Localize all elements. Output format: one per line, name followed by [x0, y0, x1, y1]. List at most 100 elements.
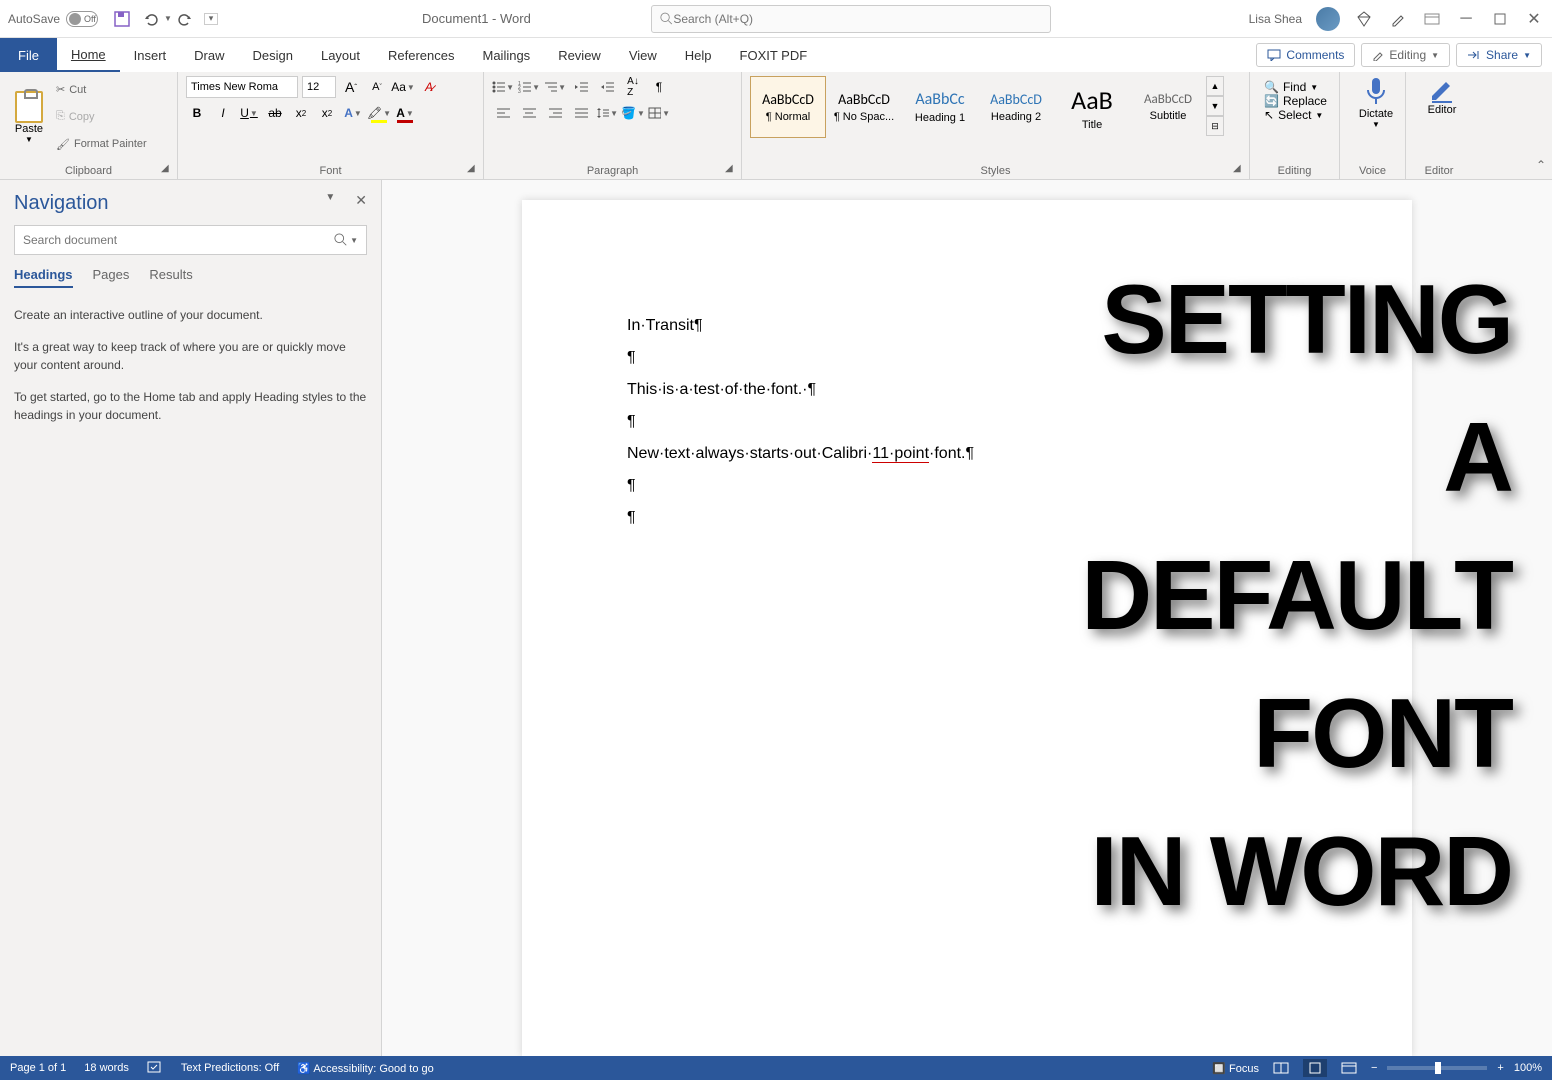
styles-launcher[interactable]: ◢ — [1233, 163, 1245, 175]
search-input[interactable] — [673, 12, 1042, 26]
dictate-button[interactable]: Dictate▼ — [1348, 76, 1404, 129]
style-heading1[interactable]: AaBbCcHeading 1 — [902, 76, 978, 138]
comments-button[interactable]: Comments — [1256, 43, 1355, 67]
autosave-toggle[interactable]: Off — [66, 11, 98, 27]
collapse-ribbon-icon[interactable]: ⌃ — [1536, 158, 1546, 172]
style-title[interactable]: AaBTitle — [1054, 76, 1130, 138]
read-mode-icon[interactable] — [1269, 1059, 1293, 1077]
clipboard-launcher[interactable]: ◢ — [161, 163, 173, 175]
zoom-level[interactable]: 100% — [1514, 1062, 1542, 1074]
pen-icon[interactable] — [1388, 9, 1408, 29]
styles-expand[interactable]: ⊟ — [1206, 116, 1224, 136]
copy-button[interactable]: ⎘Copy — [56, 110, 147, 123]
justify-button[interactable] — [570, 102, 592, 124]
print-layout-icon[interactable] — [1303, 1059, 1327, 1077]
nav-tab-headings[interactable]: Headings — [14, 267, 73, 288]
numbering-button[interactable]: 123▼ — [518, 76, 540, 98]
minimize-icon[interactable]: ─ — [1456, 9, 1476, 29]
diamond-icon[interactable] — [1354, 9, 1374, 29]
replace-button[interactable]: 🔄Replace — [1264, 94, 1325, 108]
status-spellcheck-icon[interactable] — [147, 1061, 163, 1075]
styles-scroll-up[interactable]: ▲ — [1206, 76, 1224, 96]
superscript-button[interactable]: x2 — [316, 102, 338, 124]
style-normal[interactable]: AaBbCcD¶ Normal — [750, 76, 826, 138]
paste-button[interactable]: Paste ▼ — [8, 76, 50, 158]
editor-button[interactable]: Editor — [1414, 76, 1470, 116]
paragraph-launcher[interactable]: ◢ — [725, 163, 737, 175]
styles-scroll-down[interactable]: ▼ — [1206, 96, 1224, 116]
undo-icon[interactable] — [140, 9, 160, 29]
tab-help[interactable]: Help — [671, 38, 726, 72]
tab-foxit[interactable]: FOXIT PDF — [726, 38, 822, 72]
select-button[interactable]: ↖Select▼ — [1264, 108, 1325, 122]
shading-button[interactable]: 🪣▼ — [622, 102, 644, 124]
clear-format-icon[interactable]: A̷ — [418, 76, 440, 98]
align-left-button[interactable] — [492, 102, 514, 124]
search-box[interactable] — [651, 5, 1051, 33]
decrease-indent-button[interactable] — [570, 76, 592, 98]
strike-button[interactable]: ab — [264, 102, 286, 124]
font-launcher[interactable]: ◢ — [467, 163, 479, 175]
bold-button[interactable]: B — [186, 102, 208, 124]
nav-search-input[interactable] — [23, 233, 334, 247]
page[interactable]: In·Transit¶ ¶ This·is·a·test·of·the·font… — [522, 200, 1412, 1056]
highlight-button[interactable]: 🖍▼ — [368, 102, 390, 124]
nav-search-box[interactable]: ▼ — [14, 225, 367, 255]
tab-view[interactable]: View — [615, 38, 671, 72]
grow-font-icon[interactable]: Aˆ — [340, 76, 362, 98]
tab-layout[interactable]: Layout — [307, 38, 374, 72]
nav-close-icon[interactable]: ✕ — [355, 192, 367, 209]
style-no-spacing[interactable]: AaBbCcD¶ No Spac... — [826, 76, 902, 138]
tab-file[interactable]: File — [0, 38, 57, 72]
underline-button[interactable]: U▼ — [238, 102, 260, 124]
subscript-button[interactable]: x2 — [290, 102, 312, 124]
tab-insert[interactable]: Insert — [120, 38, 181, 72]
tab-design[interactable]: Design — [239, 38, 307, 72]
change-case-button[interactable]: Aa▼ — [392, 76, 414, 98]
cut-button[interactable]: ✂Cut — [56, 83, 147, 96]
nav-tab-pages[interactable]: Pages — [93, 267, 130, 288]
ribbon-display-icon[interactable] — [1422, 9, 1442, 29]
borders-button[interactable]: ▼ — [648, 102, 670, 124]
tab-home[interactable]: Home — [57, 38, 120, 72]
font-name-select[interactable] — [186, 76, 298, 98]
line-spacing-button[interactable]: ▼ — [596, 102, 618, 124]
align-center-button[interactable] — [518, 102, 540, 124]
redo-icon[interactable] — [176, 9, 196, 29]
share-button[interactable]: Share ▼ — [1456, 43, 1542, 67]
document-area[interactable]: In·Transit¶ ¶ This·is·a·test·of·the·font… — [382, 180, 1552, 1056]
save-icon[interactable] — [112, 9, 132, 29]
nav-menu-icon[interactable]: ▼ — [325, 192, 335, 203]
web-layout-icon[interactable] — [1337, 1059, 1361, 1077]
qat-customize-icon[interactable]: ▾ — [204, 13, 218, 25]
style-subtitle[interactable]: AaBbCcDSubtitle — [1130, 76, 1206, 138]
tab-draw[interactable]: Draw — [180, 38, 238, 72]
tab-references[interactable]: References — [374, 38, 468, 72]
tab-review[interactable]: Review — [544, 38, 615, 72]
zoom-in-button[interactable]: + — [1497, 1062, 1503, 1074]
multilevel-button[interactable]: ▼ — [544, 76, 566, 98]
text-effects-button[interactable]: A▼ — [342, 102, 364, 124]
zoom-out-button[interactable]: − — [1371, 1062, 1377, 1074]
focus-mode-button[interactable]: 🔲 Focus — [1212, 1062, 1259, 1075]
maximize-icon[interactable] — [1490, 9, 1510, 29]
show-marks-button[interactable]: ¶ — [648, 76, 670, 98]
status-page[interactable]: Page 1 of 1 — [10, 1062, 66, 1074]
status-words[interactable]: 18 words — [84, 1062, 129, 1074]
shrink-font-icon[interactable]: Aˇ — [366, 76, 388, 98]
editing-button[interactable]: Editing ▼ — [1361, 43, 1450, 67]
close-icon[interactable]: ✕ — [1524, 9, 1544, 29]
italic-button[interactable]: I — [212, 102, 234, 124]
format-painter-button[interactable]: 🖌Format Painter — [56, 138, 147, 151]
style-heading2[interactable]: AaBbCcDHeading 2 — [978, 76, 1054, 138]
font-size-select[interactable] — [302, 76, 336, 98]
font-color-button[interactable]: A▼ — [394, 102, 416, 124]
sort-button[interactable]: A↓Z — [622, 76, 644, 98]
avatar[interactable] — [1316, 7, 1340, 31]
undo-dropdown-icon[interactable]: ▼ — [164, 14, 172, 23]
status-predictions[interactable]: Text Predictions: Off — [181, 1062, 279, 1074]
find-button[interactable]: 🔍Find▼ — [1264, 80, 1325, 94]
tab-mailings[interactable]: Mailings — [469, 38, 545, 72]
zoom-slider[interactable] — [1387, 1066, 1487, 1070]
nav-tab-results[interactable]: Results — [149, 267, 192, 288]
